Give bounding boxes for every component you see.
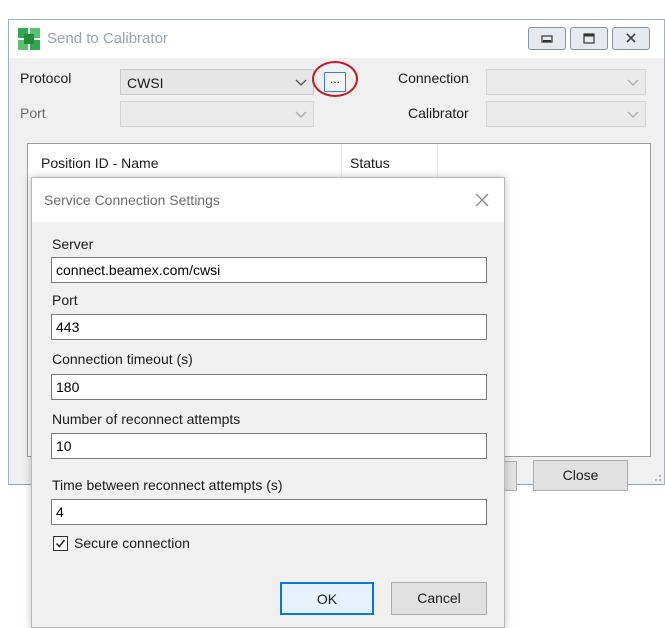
time-between-reconnect-input[interactable] bbox=[51, 499, 487, 525]
close-icon bbox=[626, 33, 636, 43]
column-divider bbox=[341, 144, 342, 180]
secure-connection-label[interactable]: Secure connection bbox=[74, 535, 190, 551]
server-input[interactable] bbox=[51, 257, 487, 283]
chevron-down-icon bbox=[295, 79, 307, 86]
maximize-button[interactable] bbox=[570, 27, 608, 50]
resize-grip-icon[interactable] bbox=[652, 472, 662, 482]
ok-button[interactable]: OK bbox=[280, 582, 374, 615]
chevron-down-icon bbox=[295, 111, 307, 118]
maximize-icon bbox=[583, 33, 595, 44]
protocol-dropdown[interactable]: CWSI bbox=[120, 69, 314, 95]
checkmark-icon bbox=[55, 539, 66, 548]
protocol-value: CWSI bbox=[127, 75, 164, 91]
reconnect-attempts-input[interactable] bbox=[51, 433, 487, 459]
connection-label: Connection bbox=[398, 70, 469, 86]
connection-timeout-label: Connection timeout (s) bbox=[52, 351, 193, 367]
column-divider bbox=[437, 144, 438, 180]
dialog-title: Service Connection Settings bbox=[44, 192, 220, 208]
port-input[interactable] bbox=[51, 314, 487, 340]
cancel-button[interactable]: Cancel bbox=[391, 582, 487, 615]
protocol-settings-button[interactable]: ... bbox=[324, 72, 346, 92]
time-between-reconnect-label: Time between reconnect attempts (s) bbox=[52, 477, 283, 493]
beamex-app-icon bbox=[18, 28, 40, 50]
minimize-icon bbox=[541, 35, 553, 43]
chevron-down-icon bbox=[627, 79, 639, 86]
connection-dropdown[interactable] bbox=[486, 69, 646, 95]
server-label: Server bbox=[52, 236, 94, 252]
minimize-button[interactable] bbox=[528, 27, 566, 50]
connection-timeout-input[interactable] bbox=[51, 374, 487, 400]
window-title: Send to Calibrator bbox=[47, 30, 168, 47]
main-titlebar[interactable]: Send to Calibrator bbox=[9, 20, 664, 58]
column-header-position[interactable]: Position ID - Name bbox=[41, 155, 158, 171]
calibrator-label: Calibrator bbox=[408, 105, 469, 121]
calibrator-dropdown[interactable] bbox=[486, 101, 646, 127]
port-label: Port bbox=[20, 105, 46, 121]
chevron-down-icon bbox=[627, 111, 639, 118]
close-icon[interactable] bbox=[472, 190, 492, 210]
column-header-status[interactable]: Status bbox=[350, 155, 390, 171]
reconnect-attempts-label: Number of reconnect attempts bbox=[52, 411, 241, 427]
secure-connection-checkbox[interactable] bbox=[53, 536, 68, 551]
protocol-label: Protocol bbox=[20, 70, 72, 86]
port-dropdown[interactable] bbox=[120, 101, 314, 127]
dialog-titlebar[interactable]: Service Connection Settings bbox=[32, 178, 504, 222]
port-label: Port bbox=[52, 292, 78, 308]
service-connection-settings-dialog: Service Connection Settings Server Port … bbox=[31, 177, 505, 628]
close-button[interactable]: Close bbox=[533, 460, 628, 491]
window-close-button[interactable] bbox=[612, 27, 650, 50]
